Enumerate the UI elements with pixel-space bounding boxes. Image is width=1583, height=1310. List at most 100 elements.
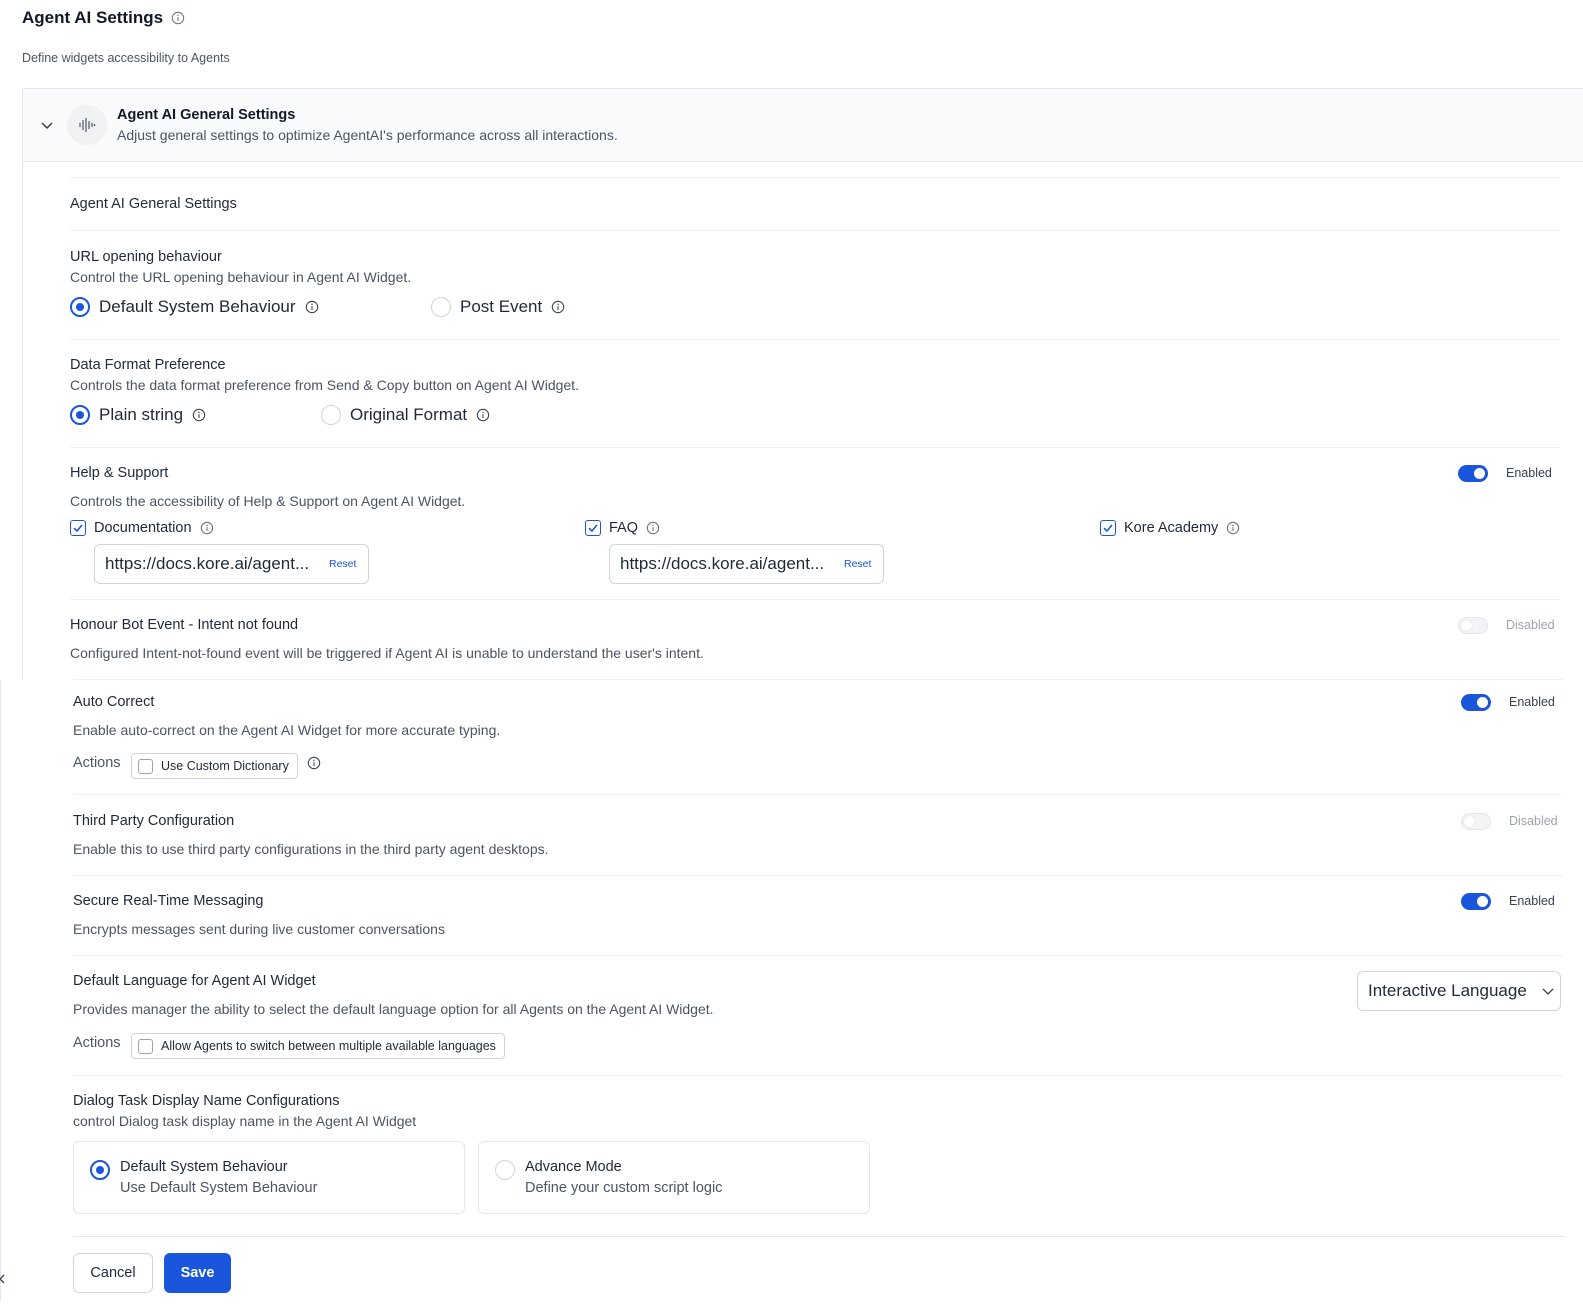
checkbox-faq[interactable]: FAQ	[585, 520, 660, 536]
checkbox[interactable]	[138, 1038, 153, 1054]
toggle-status: Disabled	[1509, 814, 1558, 828]
cancel-button[interactable]: Cancel	[73, 1253, 153, 1293]
third-party-toggle[interactable]	[1461, 813, 1491, 830]
card-title: Advance Mode	[525, 1159, 622, 1175]
divider	[22, 162, 23, 680]
secure-messaging-toggle[interactable]	[1461, 893, 1491, 910]
toggle-status: Enabled	[1509, 894, 1555, 908]
info-icon[interactable]	[551, 300, 565, 314]
chevron-down-icon[interactable]	[38, 116, 56, 134]
reset-link[interactable]: Reset	[329, 558, 356, 570]
checkbox[interactable]	[138, 758, 153, 774]
radio-default-system-behaviour[interactable]: Default System Behaviour	[70, 297, 319, 317]
checkbox-label: FAQ	[609, 520, 639, 536]
data-format-title: Data Format Preference	[70, 357, 226, 373]
card-title: Default System Behaviour	[120, 1159, 288, 1175]
toggle-status: Disabled	[1506, 618, 1555, 632]
section-heading-row: Agent AI General Settings	[70, 177, 1560, 230]
honour-bot-toggle[interactable]	[1458, 617, 1488, 634]
accordion-header[interactable]: Agent AI General Settings Adjust general…	[22, 88, 1583, 162]
checkbox[interactable]	[70, 520, 86, 536]
info-icon[interactable]	[192, 408, 206, 422]
checkbox[interactable]	[585, 520, 601, 536]
radio-label: Post Event	[460, 297, 543, 316]
divider	[0, 680, 1, 1300]
radio-button[interactable]	[90, 1160, 110, 1180]
default-language-description: Provides manager the ability to select t…	[73, 1001, 714, 1017]
info-icon[interactable]	[646, 521, 660, 535]
url-value[interactable]: https://docs.kore.ai/agent...	[620, 554, 830, 574]
page-header: Agent AI Settings	[22, 6, 185, 30]
auto-correct-description: Enable auto-correct on the Agent AI Widg…	[73, 722, 501, 738]
page-title: Agent AI Settings	[22, 8, 164, 27]
card-description: Define your custom script logic	[525, 1180, 723, 1196]
card-description: Use Default System Behaviour	[120, 1180, 318, 1196]
toggle-status: Enabled	[1509, 695, 1555, 709]
auto-correct-toggle[interactable]	[1461, 694, 1491, 711]
checkbox[interactable]	[1100, 520, 1116, 536]
checkbox-label: Kore Academy	[1124, 520, 1219, 536]
radio-plain-string[interactable]: Plain string	[70, 405, 206, 425]
auto-correct-section: Auto Correct Enable auto-correct on the …	[73, 679, 1563, 794]
url-behaviour-title: URL opening behaviour	[70, 249, 222, 265]
checkbox-label: Use Custom Dictionary	[161, 759, 289, 773]
info-icon[interactable]	[1226, 521, 1240, 535]
url-behaviour-description: Control the URL opening behaviour in Age…	[70, 269, 412, 285]
info-icon[interactable]	[307, 756, 321, 770]
radio-button[interactable]	[70, 297, 90, 317]
card-advance-mode[interactable]: Advance Mode Define your custom script l…	[478, 1141, 870, 1214]
help-support-title: Help & Support	[70, 465, 169, 481]
radio-label: Default System Behaviour	[99, 297, 296, 316]
data-format-description: Controls the data format preference from…	[70, 377, 579, 393]
secure-messaging-description: Encrypts messages sent during live custo…	[73, 921, 445, 937]
language-select[interactable]: Interactive Language	[1357, 971, 1561, 1011]
honour-bot-section: Honour Bot Event - Intent not found Conf…	[70, 599, 1560, 679]
radio-button[interactable]	[431, 297, 451, 317]
radio-original-format[interactable]: Original Format	[321, 405, 490, 425]
url-behaviour-section: URL opening behaviour Control the URL op…	[70, 230, 1560, 339]
info-icon[interactable]	[305, 300, 319, 314]
chevron-left-icon[interactable]	[0, 1272, 6, 1286]
checkbox-documentation[interactable]: Documentation	[70, 520, 214, 536]
panel-title: Agent AI General Settings	[117, 107, 296, 123]
info-icon[interactable]	[476, 408, 490, 422]
info-icon[interactable]	[171, 11, 185, 25]
secure-messaging-section: Secure Real-Time Messaging Encrypts mess…	[73, 875, 1563, 955]
help-support-section: Help & Support Controls the accessibilit…	[70, 447, 1560, 599]
use-custom-dictionary-checkbox[interactable]: Use Custom Dictionary	[131, 753, 298, 779]
actions-label: Actions	[73, 1035, 121, 1051]
waveform-icon	[67, 105, 107, 145]
section-heading: Agent AI General Settings	[70, 196, 237, 212]
select-value: Interactive Language	[1368, 981, 1527, 1000]
actions-label: Actions	[73, 755, 121, 771]
radio-label: Original Format	[350, 405, 468, 424]
reset-link[interactable]: Reset	[844, 558, 871, 570]
third-party-title: Third Party Configuration	[73, 813, 235, 829]
panel-description: Adjust general settings to optimize Agen…	[117, 127, 618, 143]
auto-correct-title: Auto Correct	[73, 694, 155, 710]
faq-url-field[interactable]: https://docs.kore.ai/agent... Reset	[609, 544, 884, 584]
data-format-section: Data Format Preference Controls the data…	[70, 339, 1560, 447]
chevron-down-icon	[1541, 984, 1555, 998]
help-support-description: Controls the accessibility of Help & Sup…	[70, 493, 466, 509]
secure-messaging-title: Secure Real-Time Messaging	[73, 893, 264, 909]
default-language-title: Default Language for Agent AI Widget	[73, 973, 316, 989]
card-default-system-behaviour[interactable]: Default System Behaviour Use Default Sys…	[73, 1141, 465, 1214]
radio-button[interactable]	[321, 405, 341, 425]
page-subtitle: Define widgets accessibility to Agents	[22, 51, 230, 65]
radio-button[interactable]	[70, 405, 90, 425]
radio-button[interactable]	[495, 1160, 515, 1180]
dialog-task-title: Dialog Task Display Name Configurations	[73, 1093, 340, 1109]
save-button[interactable]: Save	[164, 1253, 231, 1293]
documentation-url-field[interactable]: https://docs.kore.ai/agent... Reset	[94, 544, 369, 584]
honour-bot-title: Honour Bot Event - Intent not found	[70, 617, 299, 633]
url-value[interactable]: https://docs.kore.ai/agent...	[105, 554, 315, 574]
divider	[73, 1236, 1563, 1237]
checkbox-kore-academy[interactable]: Kore Academy	[1100, 520, 1240, 536]
allow-language-switch-checkbox[interactable]: Allow Agents to switch between multiple …	[131, 1033, 505, 1059]
radio-post-event[interactable]: Post Event	[431, 297, 565, 317]
third-party-description: Enable this to use third party configura…	[73, 841, 549, 857]
third-party-section: Third Party Configuration Enable this to…	[73, 794, 1563, 875]
help-support-toggle[interactable]	[1458, 465, 1488, 482]
info-icon[interactable]	[200, 521, 214, 535]
